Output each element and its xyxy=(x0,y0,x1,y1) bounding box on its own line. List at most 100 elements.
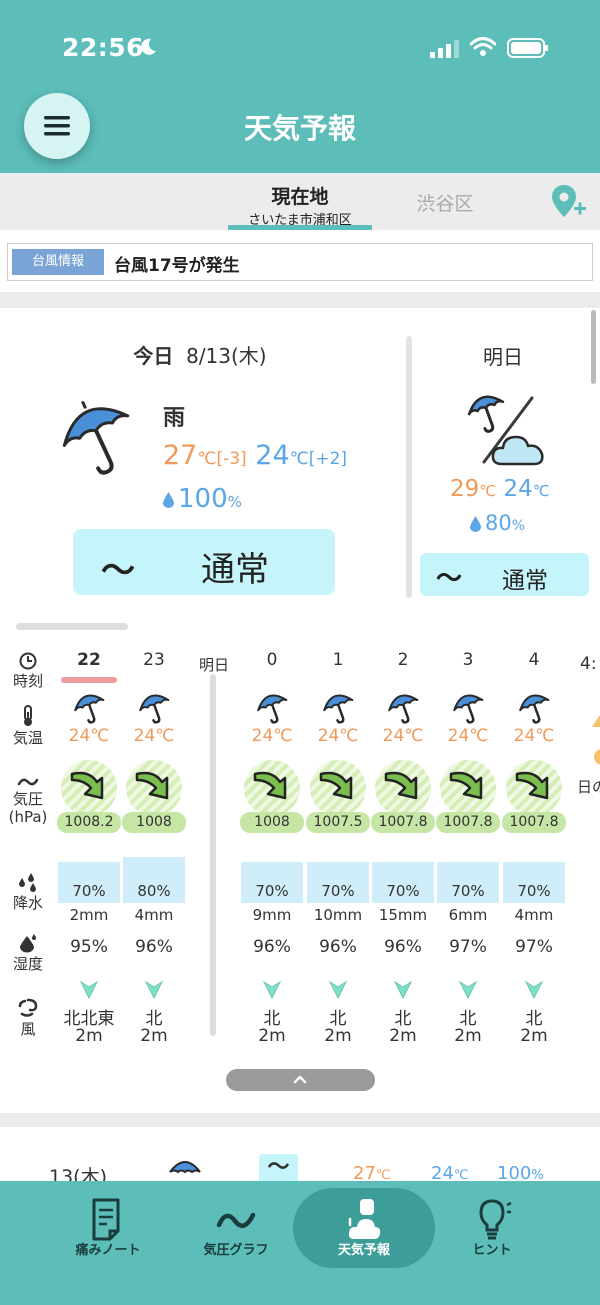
weather-icon xyxy=(348,1199,381,1239)
hour-pressure: 1007.8 xyxy=(371,812,435,833)
today-temps: 27℃[-3] 24℃[+2] xyxy=(163,440,347,471)
hour-pressure: 1008 xyxy=(240,812,304,833)
humidity-icon xyxy=(20,934,36,953)
hour-label: 22 xyxy=(77,650,101,670)
current-hour-indicator xyxy=(61,677,117,683)
chevron-up-icon xyxy=(293,1075,307,1084)
active-tab-underline xyxy=(228,225,372,230)
today-pain-status: 〜 通常 xyxy=(73,529,335,595)
wind-direction-arrow-icon xyxy=(393,980,413,1000)
today-precip: 100% xyxy=(163,484,242,514)
add-location-icon[interactable] xyxy=(550,183,588,221)
pressure-drop-arrow-icon xyxy=(384,771,418,800)
hour-wind-speed: 2m xyxy=(324,1026,352,1046)
wind-icon xyxy=(18,998,38,1017)
nav-pressure-graph[interactable]: 気圧グラフ xyxy=(166,1181,306,1271)
hour-pressure: 1007.8 xyxy=(502,812,566,833)
typhoon-alert[interactable]: 台風情報 台風17号が発生 xyxy=(7,243,593,281)
pressure-drop-arrow-icon xyxy=(449,771,483,800)
tomorrow-label: 明日 xyxy=(483,345,523,369)
hour-label: 1 xyxy=(332,650,344,670)
today-condition: 雨 xyxy=(163,406,186,431)
rain-label: 降水 xyxy=(12,894,43,912)
tomorrow-pain-status: 〜 通常 xyxy=(420,553,589,596)
vertical-scrollbar[interactable] xyxy=(591,310,596,384)
wind-direction-arrow-icon xyxy=(144,980,164,1000)
today-status-label: 通常 xyxy=(201,550,269,590)
umbrella-icon xyxy=(74,694,105,724)
hour-label: 4 xyxy=(528,650,540,670)
raindrop-icon xyxy=(470,516,481,532)
pressure-unit-label: (hPa) xyxy=(8,808,48,826)
alert-badge: 台風情報 xyxy=(12,249,104,275)
bottom-nav: 痛みノート 気圧グラフ 天気予報 ヒント xyxy=(0,1181,600,1305)
tomorrow-temps: 29℃ 24℃ xyxy=(450,476,550,502)
today-label: 今日 xyxy=(133,344,174,368)
hour-wind-speed: 2m xyxy=(520,1026,548,1046)
raindrop-icon xyxy=(163,491,174,508)
row-label-time: 時刻 xyxy=(0,652,56,690)
umbrella-icon xyxy=(139,694,170,724)
wind-direction-arrow-icon xyxy=(262,980,282,1000)
signal-icon xyxy=(430,40,459,58)
nav-hint[interactable]: ヒント xyxy=(422,1181,562,1271)
hour-wind-speed: 2m xyxy=(258,1026,286,1046)
hour-humidity: 96% xyxy=(253,937,291,957)
hour-wind-speed: 2m xyxy=(454,1026,482,1046)
hour-cut: 4: xyxy=(580,654,597,674)
nav-label: 痛みノート xyxy=(75,1243,141,1258)
hour-label: 0 xyxy=(266,650,278,670)
pressure-drop-arrow-icon xyxy=(515,771,549,800)
pressure-drop-arrow-icon xyxy=(135,771,169,800)
hour-rain-mm: 4mm xyxy=(134,906,174,924)
nav-pain-note[interactable]: 痛みノート xyxy=(38,1181,178,1271)
hour-temp: 24℃ xyxy=(68,726,110,746)
hour-label: 3 xyxy=(462,650,474,670)
hour-humidity: 96% xyxy=(319,937,357,957)
tomorrow-high: 29 xyxy=(450,476,480,502)
pressure-drop-arrow-icon xyxy=(253,771,287,800)
hour-label: 23 xyxy=(143,650,165,670)
section-divider xyxy=(0,292,600,308)
horizontal-scrollbar[interactable] xyxy=(16,623,128,630)
time-label: 時刻 xyxy=(12,672,43,690)
thermometer-icon xyxy=(24,705,32,726)
hour-temp: 24℃ xyxy=(382,726,424,746)
daily-status: 〜 xyxy=(259,1154,298,1184)
today-pop-unit: % xyxy=(227,493,242,511)
hour-pop: 70% xyxy=(72,882,106,900)
tomorrow-status-label: 通常 xyxy=(502,568,548,594)
hour-temp: 24℃ xyxy=(317,726,359,746)
hour-label: 2 xyxy=(397,650,409,670)
hour-rain-mm: 10mm xyxy=(313,906,363,924)
tab-current-location[interactable]: 現在地 さいたま市浦和区 xyxy=(228,173,372,230)
hour-rain-mm: 9mm xyxy=(252,906,292,924)
hour-wind-speed: 2m xyxy=(75,1026,103,1046)
bulb-icon xyxy=(479,1199,512,1240)
tab-current-label: 現在地 xyxy=(271,186,329,208)
row-label-rain: 降水 xyxy=(0,872,56,912)
day-separator-bar xyxy=(210,674,216,1036)
collapse-button[interactable] xyxy=(226,1069,375,1091)
hour-pop: 70% xyxy=(321,882,355,900)
nav-weather-forecast[interactable]: 天気予報 xyxy=(294,1181,434,1271)
tab-shibuya[interactable]: 渋谷区 xyxy=(390,189,500,216)
hour-humidity: 97% xyxy=(515,937,553,957)
hour-cut-text: 日の xyxy=(577,778,600,796)
umbrella-icon xyxy=(323,694,354,724)
row-label-pressure: 気圧 (hPa) xyxy=(0,776,56,826)
app-header: 22:56 天気予報 xyxy=(0,0,600,173)
today-heading: 今日 8/13(木) xyxy=(0,340,400,369)
hour-pop: 80% xyxy=(137,882,171,900)
today-date: 8/13(木) xyxy=(186,344,267,368)
wind-direction-arrow-icon xyxy=(458,980,478,1000)
wind-direction-arrow-icon xyxy=(524,980,544,1000)
hour-pop: 70% xyxy=(517,882,551,900)
today-high-unit: ℃ xyxy=(197,449,217,469)
temp-label: 気温 xyxy=(12,729,43,747)
tomorrow-high-unit: ℃ xyxy=(479,482,497,500)
nav-label: 天気予報 xyxy=(337,1243,390,1258)
wind-label: 風 xyxy=(20,1020,36,1038)
today-high: 27 xyxy=(163,440,198,471)
row-label-wind: 風 xyxy=(0,998,56,1038)
